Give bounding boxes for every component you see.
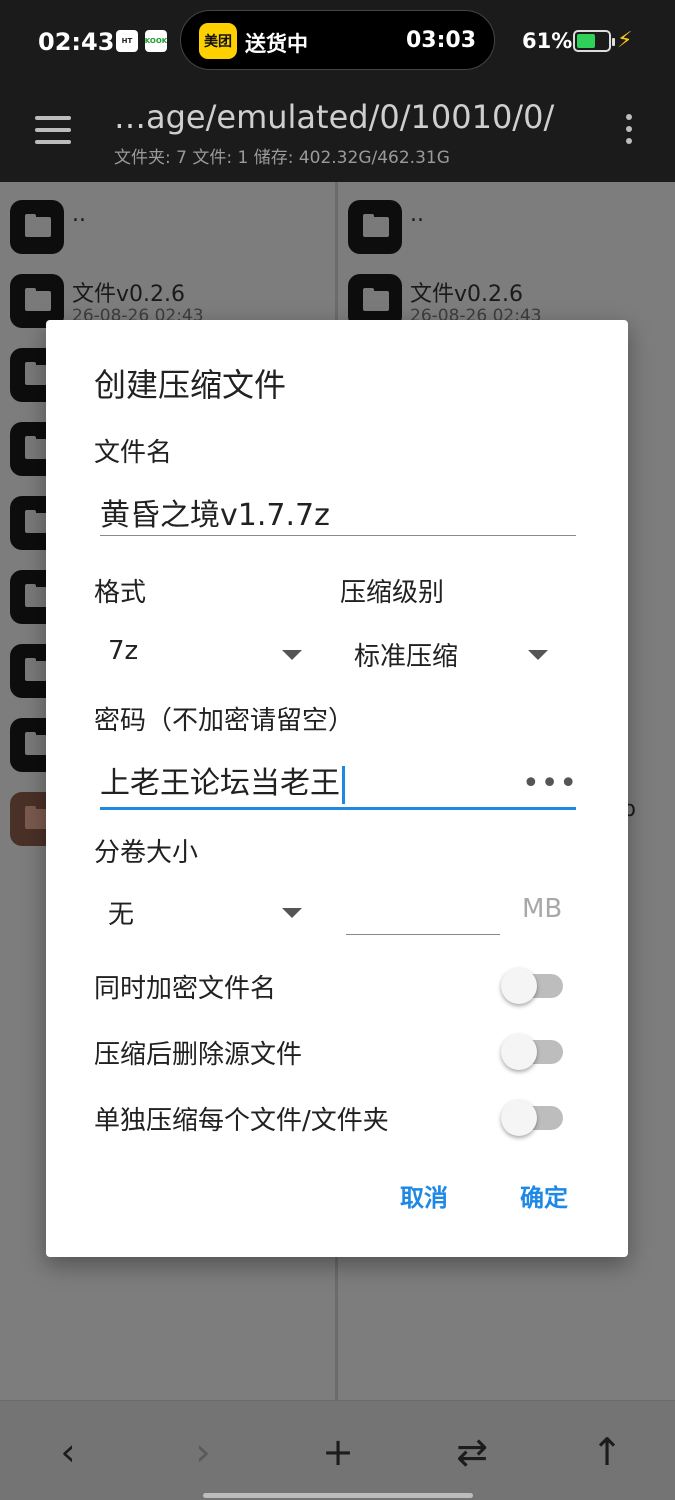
- island-time: 03:03: [405, 28, 476, 53]
- toggle-thumb: [501, 1034, 537, 1070]
- list-item-parent[interactable]: ..: [348, 190, 668, 260]
- battery-percent: 61%: [522, 29, 573, 53]
- delete-source-toggle[interactable]: [501, 1030, 563, 1070]
- dialog-title: 创建压缩文件: [94, 366, 287, 404]
- toggle-thumb: [501, 968, 537, 1004]
- battery-fill: [577, 34, 595, 48]
- current-path[interactable]: …age/emulated/0/10010/0/: [114, 98, 554, 136]
- cancel-button[interactable]: 取消: [400, 1178, 448, 1213]
- chevron-down-icon: [282, 650, 302, 660]
- ht-app-icon: HT: [116, 30, 138, 52]
- encrypt-names-toggle[interactable]: [501, 964, 563, 1004]
- volume-size-underline: [346, 934, 500, 935]
- up-directory-icon[interactable]: ↑: [587, 1430, 627, 1474]
- charging-bolt-icon: ⚡: [617, 28, 633, 53]
- password-label: 密码（不加密请留空）: [94, 706, 355, 736]
- separate-archives-toggle[interactable]: [501, 1096, 563, 1136]
- delete-source-label: 压缩后删除源文件: [94, 1040, 303, 1070]
- create-archive-dialog: 创建压缩文件 文件名 黄昏之境v1.7.7z 格式 压缩级别 7z 标准压缩 密…: [46, 320, 628, 1257]
- filename-underline: [100, 535, 576, 536]
- format-value: 7z: [108, 636, 139, 666]
- format-label: 格式: [94, 578, 147, 608]
- status-time: 02:43: [38, 28, 115, 56]
- meituan-logo-icon: 美团: [199, 23, 237, 59]
- back-icon[interactable]: ‹: [48, 1430, 88, 1474]
- compression-level-dropdown[interactable]: 标准压缩: [346, 626, 556, 676]
- volume-size-input[interactable]: [346, 888, 500, 932]
- password-text: 上老王论坛当老王: [100, 766, 340, 801]
- more-options-icon[interactable]: [623, 114, 635, 150]
- filename-label: 文件名: [94, 438, 173, 468]
- item-name: 文件v0.2.6: [72, 282, 185, 307]
- chevron-down-icon: [282, 908, 302, 918]
- battery-tip: [612, 38, 615, 46]
- kook-app-icon: KOOK: [145, 30, 167, 52]
- add-icon[interactable]: +: [318, 1430, 358, 1474]
- password-input[interactable]: 上老王论坛当老王: [100, 758, 345, 804]
- menu-icon[interactable]: [35, 116, 71, 144]
- volume-size-label: 分卷大小: [94, 838, 199, 868]
- folder-icon: [10, 200, 64, 254]
- path-info: 文件夹: 7 文件: 1 储存: 402.32G/462.31G: [114, 148, 450, 168]
- format-dropdown[interactable]: 7z: [100, 626, 310, 676]
- swap-panes-icon[interactable]: ⇄: [452, 1430, 492, 1474]
- volume-unit: MB: [522, 894, 563, 924]
- show-password-icon[interactable]: •••: [522, 766, 578, 801]
- separate-archives-label: 单独压缩每个文件/文件夹: [94, 1106, 389, 1136]
- text-cursor: [342, 765, 345, 804]
- item-name: ..: [72, 202, 86, 227]
- island-status-text: 送货中: [245, 32, 308, 56]
- volume-size-value: 无: [108, 900, 135, 930]
- password-underline: [100, 807, 576, 810]
- dynamic-island[interactable]: 美团 送货中 03:03: [180, 10, 495, 70]
- battery-icon: [573, 30, 615, 52]
- status-bar: 02:43 HT KOOK 美团 送货中 03:03 61% ⚡: [0, 0, 675, 82]
- item-name: 文件v0.2.6: [410, 282, 523, 307]
- encrypt-names-label: 同时加密文件名: [94, 974, 277, 1004]
- forward-icon[interactable]: ›: [183, 1430, 223, 1474]
- chevron-down-icon: [528, 650, 548, 660]
- volume-size-dropdown[interactable]: 无: [100, 884, 310, 934]
- compression-level-value: 标准压缩: [354, 642, 459, 672]
- home-indicator[interactable]: [203, 1493, 473, 1498]
- toggle-thumb: [501, 1100, 537, 1136]
- filename-input[interactable]: 黄昏之境v1.7.7z: [100, 490, 330, 534]
- compression-level-label: 压缩级别: [340, 578, 445, 608]
- folder-icon: [348, 200, 402, 254]
- list-item-parent[interactable]: ..: [10, 190, 330, 260]
- item-name: ..: [410, 202, 424, 227]
- ok-button[interactable]: 确定: [520, 1178, 568, 1213]
